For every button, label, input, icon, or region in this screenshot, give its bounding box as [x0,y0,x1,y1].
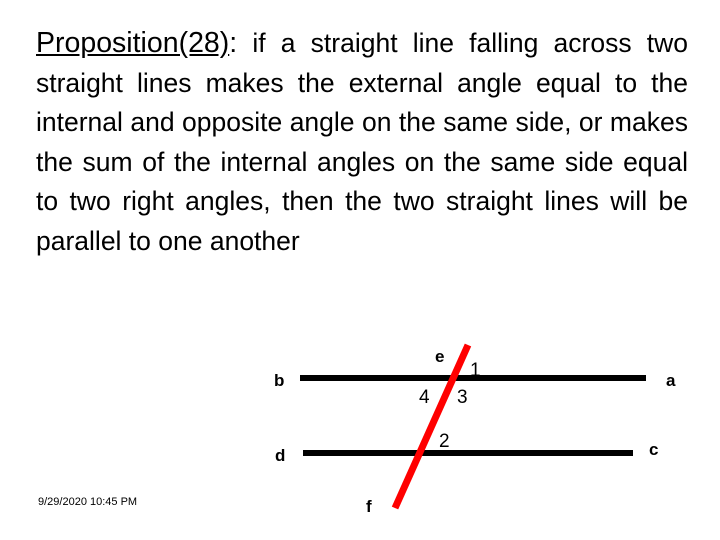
proposition-colon: : [229,27,238,59]
label-c: c [649,440,659,459]
proposition-body: if a straight line falling across two st… [36,28,688,256]
label-d: d [275,446,286,465]
proposition-title: Proposition(28) [36,27,230,59]
slide-timestamp: 9/29/2020 10:45 PM [38,496,138,508]
parallel-line-dc [303,450,633,456]
label-a: a [666,371,676,390]
label-angle-4: 4 [419,387,430,408]
label-angle-1: 1 [470,360,481,381]
parallel-line-ba [300,375,646,381]
label-f: f [366,497,372,516]
label-b: b [274,371,285,390]
label-angle-2: 2 [439,431,450,452]
transversal-line-ef [391,343,472,510]
label-angle-3: 3 [457,387,468,408]
slide-canvas: Proposition(28): if a straight line fall… [0,0,720,540]
proposition-text-block: Proposition(28): if a straight line fall… [36,24,688,261]
label-e: e [435,347,445,366]
